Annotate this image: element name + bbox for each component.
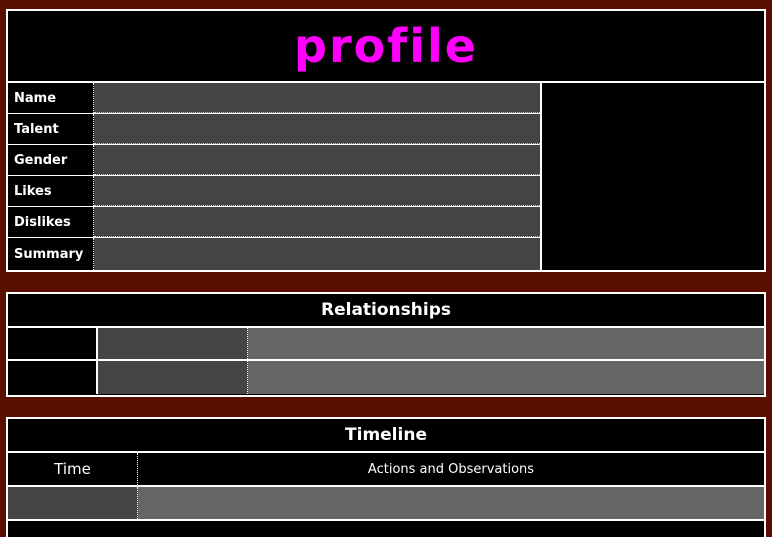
profile-image-placeholder (540, 83, 764, 270)
field-label-dislikes: Dislikes (8, 207, 94, 237)
field-value-likes[interactable] (94, 176, 540, 206)
field-value-gender[interactable] (94, 145, 540, 175)
field-label-name: Name (8, 83, 94, 113)
field-row-gender: Gender (8, 145, 540, 176)
timeline-time-cell[interactable] (8, 487, 138, 519)
timeline-panel: Timeline Time Actions and Observations (6, 417, 766, 537)
timeline-col-time: Time (8, 453, 138, 485)
field-label-likes: Likes (8, 176, 94, 206)
field-value-name[interactable] (94, 83, 540, 113)
field-row-likes: Likes (8, 176, 540, 207)
relationship-description-cell[interactable] (248, 361, 764, 394)
field-value-talent[interactable] (94, 114, 540, 144)
field-row-name: Name (8, 83, 540, 114)
timeline-header-row: Time Actions and Observations (8, 453, 764, 487)
timeline-col-actions: Actions and Observations (367, 461, 535, 477)
relationship-description-cell[interactable] (248, 328, 764, 359)
relationships-title: Relationships (8, 294, 764, 328)
timeline-title: Timeline (8, 419, 764, 453)
field-row-summary: Summary (8, 238, 540, 270)
field-value-dislikes[interactable] (94, 207, 540, 237)
field-value-summary[interactable] (94, 238, 540, 270)
profile-panel: Profile Name Talent Gender Likes Dislike… (6, 9, 766, 272)
field-label-gender: Gender (8, 145, 94, 175)
relationships-panel: Relationships (6, 292, 766, 397)
relationship-row (8, 328, 764, 361)
field-row-talent: Talent (8, 114, 540, 145)
profile-fields: Name Talent Gender Likes Dislikes Summar… (8, 83, 540, 270)
relationship-image-cell (8, 361, 98, 394)
relationship-row (8, 361, 764, 394)
profile-title: Profile (8, 11, 764, 83)
relationship-name-cell[interactable] (98, 361, 248, 394)
field-row-dislikes: Dislikes (8, 207, 540, 238)
relationship-name-cell[interactable] (98, 328, 248, 359)
timeline-actions-cell[interactable] (138, 487, 764, 519)
field-label-summary: Summary (8, 238, 94, 270)
field-label-talent: Talent (8, 114, 94, 144)
timeline-row (8, 487, 764, 521)
profile-body: Name Talent Gender Likes Dislikes Summar… (8, 83, 764, 270)
relationship-image-cell (8, 328, 98, 359)
